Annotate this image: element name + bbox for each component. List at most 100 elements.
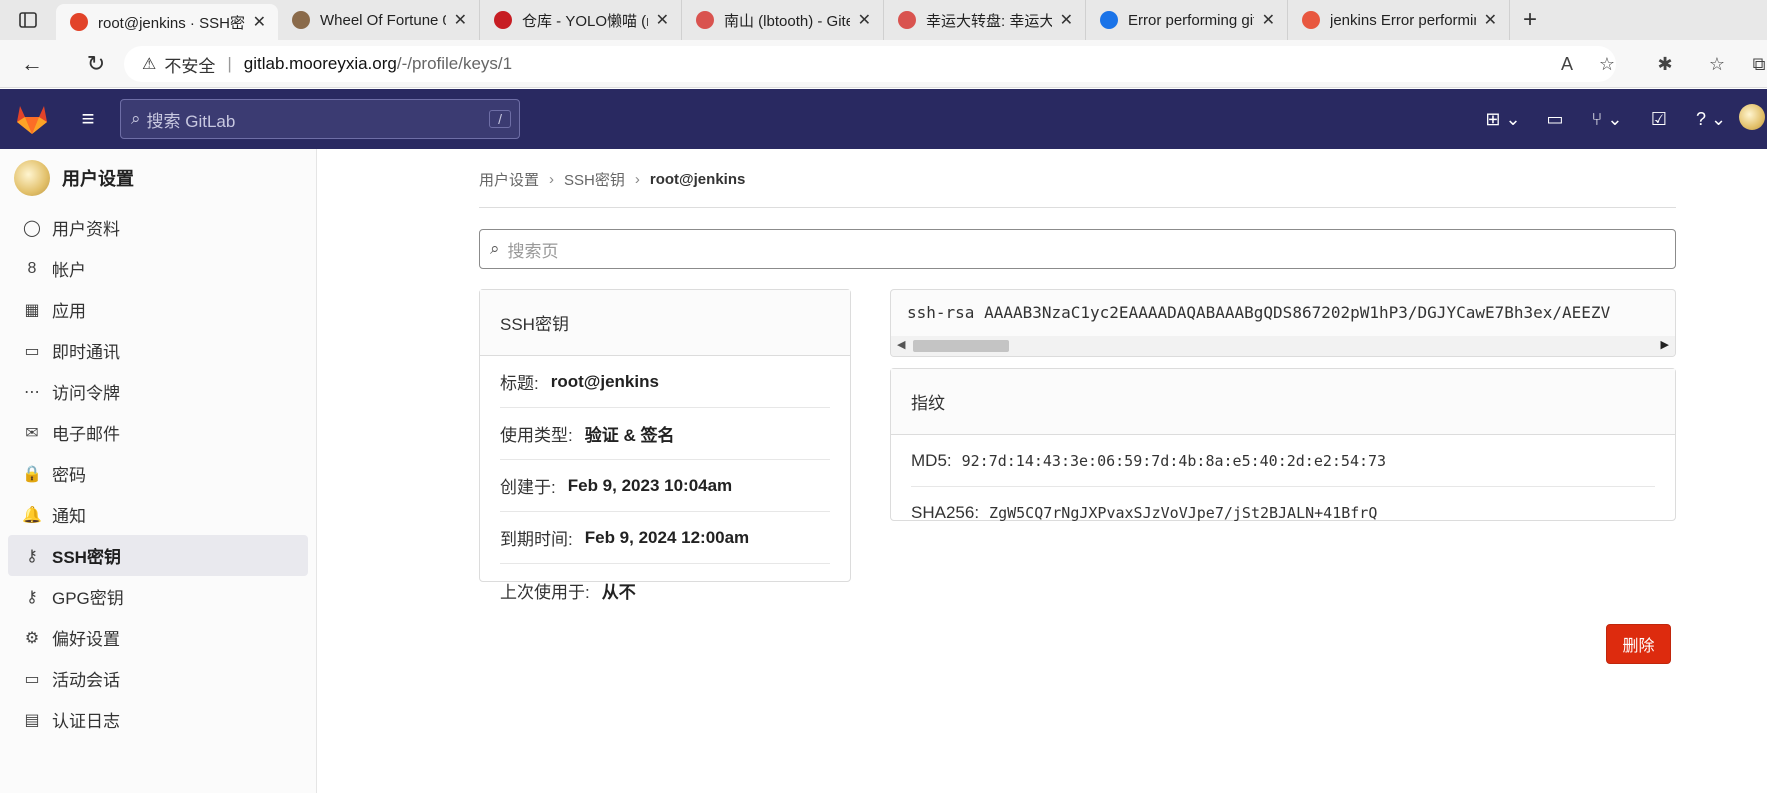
breadcrumb-ssh-keys[interactable]: SSH密钥 [564, 169, 625, 190]
favorite-add-icon[interactable]: ☆ [1587, 54, 1627, 75]
md5-row: MD5: 92:7d:14:43:3e:06:59:7d:4b:8a:e5:40… [911, 435, 1655, 487]
apps-icon: ▦ [24, 301, 40, 319]
close-tab-icon[interactable]: ✕ [454, 10, 467, 30]
scroll-left-icon[interactable]: ◀ [897, 338, 905, 351]
close-tab-icon[interactable]: ✕ [858, 10, 871, 30]
key-info-row: 标题: root@jenkins [500, 356, 830, 408]
breadcrumb-divider [479, 207, 1676, 208]
page-search-input[interactable]: ⌕ 搜索页 [479, 229, 1676, 269]
md5-value: 92:7d:14:43:3e:06:59:7d:4b:8a:e5:40:2d:e… [961, 451, 1387, 470]
sidebar-item-2[interactable]: ▦ 应用 [8, 289, 308, 330]
close-tab-icon[interactable]: ✕ [1060, 10, 1073, 30]
md5-label: MD5: [911, 450, 952, 470]
breadcrumb-user-settings[interactable]: 用户设置 [479, 169, 539, 190]
sidebar-item-label: 密码 [52, 466, 86, 485]
browser-tab[interactable]: Error performing git c ✕ [1086, 0, 1288, 40]
gitlab-logo[interactable] [0, 103, 64, 135]
close-tab-icon[interactable]: ✕ [656, 10, 669, 30]
sidebar-item-9[interactable]: ⚷ GPG密钥 [8, 576, 308, 617]
main-content: 用户设置 › SSH密钥 › root@jenkins ⌕ 搜索页 SSH密钥 … [318, 149, 1767, 793]
user-avatar[interactable] [1737, 103, 1767, 135]
tab-actions-button[interactable] [0, 0, 56, 40]
sidebar-item-label: 偏好设置 [52, 630, 120, 649]
security-label[interactable]: 不安全 [164, 52, 215, 77]
sidebar-item-label: 认证日志 [52, 712, 120, 731]
tab-title: Error performing git c [1128, 11, 1254, 29]
browser-tab-bar: root@jenkins · SSH密钥✕Wheel Of Fortune 01… [0, 0, 1767, 40]
breadcrumb: 用户设置 › SSH密钥 › root@jenkins [479, 169, 745, 190]
sidebar-item-8[interactable]: ⚷ SSH密钥 [8, 535, 308, 576]
gitlab-search-input[interactable]: ⌕ 搜索 GitLab / [120, 99, 520, 139]
address-bar: ← ↻ ⚠ 不安全 | gitlab.mooreyxia.org/-/profi… [0, 40, 1767, 88]
sidebar-item-5[interactable]: ✉ 电子邮件 [8, 412, 308, 453]
search-icon: ⌕ [131, 109, 141, 128]
chat-icon: ▭ [24, 342, 40, 360]
browser-tab[interactable]: 幸运大转盘: 幸运大转 ✕ [884, 0, 1086, 40]
key-info-card: SSH密钥 标题: root@jenkins 使用类型: 验证 & 签名 创建于: Feb… [479, 289, 851, 602]
sidebar-item-12[interactable]: ▤ 认证日志 [8, 699, 308, 740]
url-host: gitlab.mooreyxia.org [243, 54, 397, 73]
sidebar-item-4[interactable]: ⋯ 访问令牌 [8, 371, 308, 412]
reload-button[interactable]: ↻ [74, 51, 118, 77]
menu-icon[interactable]: ≡ [64, 106, 112, 132]
sidebar-item-6[interactable]: 🔒 密码 [8, 453, 308, 494]
help-icon[interactable]: ? ⌄ [1685, 109, 1737, 130]
issues-icon[interactable]: ▭ [1529, 109, 1581, 130]
browser-tab[interactable]: Wheel Of Fortune 01 # ✕ [278, 0, 480, 40]
url-field[interactable]: ⚠ 不安全 | gitlab.mooreyxia.org/-/profile/k… [124, 46, 1616, 82]
page-search-placeholder: 搜索页 [507, 241, 559, 261]
merge-requests-icon[interactable]: ⑂ ⌄ [1581, 109, 1633, 130]
sidebar-item-label: 活动会话 [52, 671, 120, 690]
sidebar-item-label: 用户资料 [52, 220, 120, 239]
extensions-icon[interactable]: ✱ [1645, 54, 1685, 75]
key-text-box[interactable]: ssh-rsa AAAAB3NzaC1yc2EAAAADAQABAAABgQDS… [890, 289, 1676, 357]
sidebar-header[interactable]: 用户设置 [0, 149, 316, 207]
delete-button[interactable]: 删除 [1606, 624, 1671, 664]
scroll-right-icon[interactable]: ▶ [1661, 338, 1669, 351]
user-icon: ◯ [23, 219, 41, 237]
tab-title: jenkins Error performin [1330, 11, 1476, 29]
key-info-value: root@jenkins [550, 371, 659, 391]
close-tab-icon[interactable]: ✕ [253, 12, 266, 32]
close-tab-icon[interactable]: ✕ [1484, 10, 1497, 30]
browser-tab[interactable]: root@jenkins · SSH密钥 ✕ [56, 4, 278, 40]
tab-favicon-icon [1302, 11, 1320, 29]
sidebar-item-11[interactable]: ▭ 活动会话 [8, 658, 308, 699]
sidebar-item-label: 帐户 [52, 261, 86, 280]
close-tab-icon[interactable]: ✕ [1262, 10, 1275, 30]
todos-icon[interactable]: ☑ [1633, 109, 1685, 130]
fingerprints-title: 指纹 [891, 369, 1675, 435]
sidebar-item-0[interactable]: ◯ 用户资料 [8, 207, 308, 248]
browser-tab[interactable]: 南山 (lbtooth) - Gitee ✕ [682, 0, 884, 40]
breadcrumb-current[interactable]: root@jenkins [650, 171, 745, 188]
browser-tab[interactable]: jenkins Error performin ✕ [1288, 0, 1510, 40]
chevron-right-icon: › [634, 171, 640, 188]
scrollbar-thumb[interactable] [913, 340, 1009, 352]
new-tab-button[interactable]: + [1510, 6, 1550, 34]
bell-icon: 🔔 [22, 506, 42, 524]
sidebar-item-label: SSH密钥 [52, 548, 121, 567]
read-aloud-icon[interactable]: A [1547, 54, 1587, 75]
favorites-icon[interactable]: ☆ [1697, 54, 1737, 75]
horizontal-scrollbar[interactable]: ◀ ▶ [891, 336, 1675, 356]
account-icon: 8 [27, 259, 37, 277]
sidebar-item-10[interactable]: ⚙ 偏好设置 [8, 617, 308, 658]
sidebar-item-3[interactable]: ▭ 即时通讯 [8, 330, 308, 371]
create-new-icon[interactable]: ⊞ ⌄ [1477, 109, 1529, 130]
tab-title: 仓库 - YOLO懒喵 (mo [522, 12, 648, 30]
back-button[interactable]: ← [10, 51, 54, 77]
sidebar-item-1[interactable]: 8 帐户 [8, 248, 308, 289]
key-info-label: 使用类型: [500, 426, 573, 445]
sidebar-item-label: 电子邮件 [52, 425, 120, 444]
key-text: ssh-rsa AAAAB3NzaC1yc2EAAAADAQABAAABgQDS… [907, 303, 1611, 322]
sidebar-item-7[interactable]: 🔔 通知 [8, 494, 308, 535]
tab-title: 南山 (lbtooth) - Gitee [724, 12, 850, 30]
browser-tab[interactable]: 仓库 - YOLO懒喵 (mo ✕ [480, 0, 682, 40]
tab-favicon-icon [1100, 11, 1118, 29]
key-info-label: 标题: [500, 374, 539, 393]
key-info-title: SSH密钥 [480, 290, 850, 356]
tab-title: Wheel Of Fortune 01 # [320, 11, 446, 29]
gitlab-header: ≡ ⌕ 搜索 GitLab / ⊞ ⌄ ▭ ⑂ ⌄ ☑ ? ⌄ [0, 89, 1767, 149]
tab-favicon-icon [70, 13, 88, 31]
collections-icon[interactable]: ⧉ [1739, 54, 1767, 75]
